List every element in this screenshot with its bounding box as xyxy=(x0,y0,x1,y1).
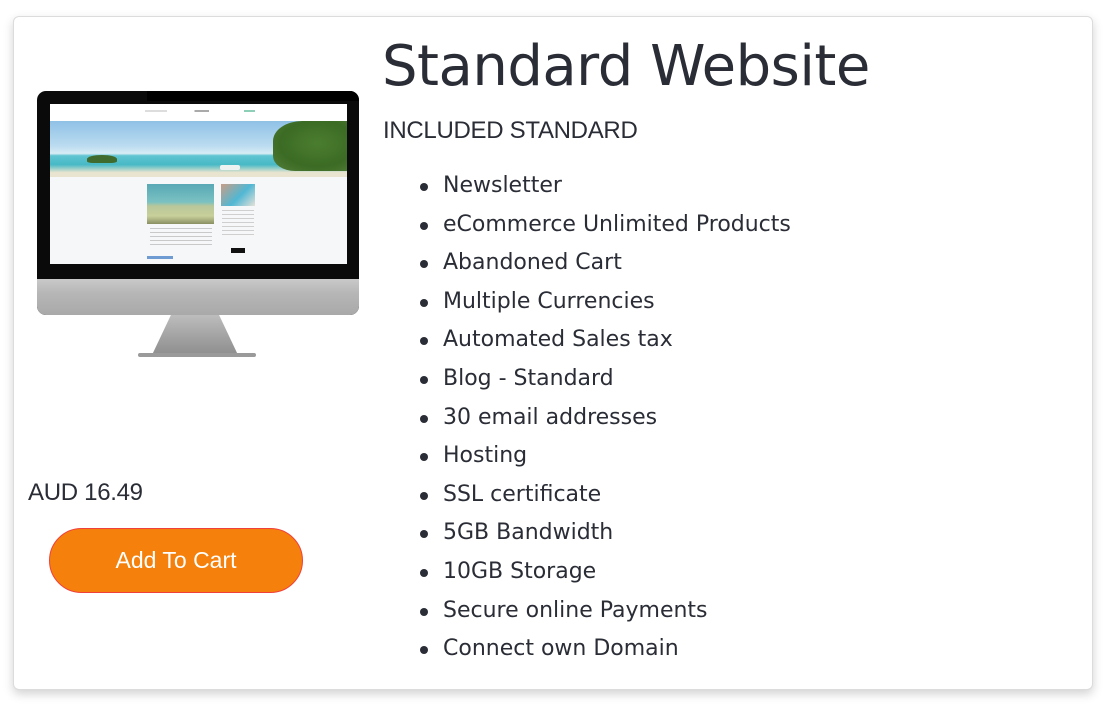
feature-item: Connect own Domain xyxy=(416,630,791,669)
monitor-stand-base xyxy=(138,353,256,357)
screen-website-header xyxy=(50,104,347,121)
feature-list: Newsletter eCommerce Unlimited Products … xyxy=(416,167,791,669)
feature-label: 10GB Storage xyxy=(443,558,597,584)
product-title: Standard Website xyxy=(382,34,870,99)
feature-label: Multiple Currencies xyxy=(443,288,655,314)
feature-label: Connect own Domain xyxy=(443,636,679,662)
feature-label: 5GB Bandwidth xyxy=(443,520,614,546)
bullet-icon xyxy=(420,375,428,384)
feature-item: 10GB Storage xyxy=(416,553,791,592)
feature-label: Blog - Standard xyxy=(443,365,614,391)
feature-label: Automated Sales tax xyxy=(443,327,673,353)
screen-card-side-image xyxy=(221,184,255,206)
island-left xyxy=(87,155,117,163)
bullet-icon xyxy=(420,646,428,655)
feature-item: Automated Sales tax xyxy=(416,321,791,360)
feature-label: Hosting xyxy=(443,443,528,469)
product-price: AUD 16.49 xyxy=(28,479,143,506)
bullet-icon xyxy=(420,414,428,423)
feature-label: Newsletter xyxy=(443,173,562,198)
add-to-cart-button[interactable]: Add To Cart xyxy=(49,528,303,593)
bullet-icon xyxy=(420,298,428,307)
monitor-illustration xyxy=(37,91,359,315)
monitor-chin xyxy=(37,279,359,315)
screen-hero-beach xyxy=(50,121,347,177)
bullet-icon xyxy=(420,260,428,269)
feature-label: SSL certificate xyxy=(443,481,602,507)
feature-label: Secure online Payments xyxy=(443,597,708,623)
feature-item: eCommerce Unlimited Products xyxy=(416,206,791,245)
feature-label: eCommerce Unlimited Products xyxy=(443,211,791,237)
feature-item: SSL certificate xyxy=(416,476,791,515)
boat xyxy=(220,165,240,170)
feature-item: 5GB Bandwidth xyxy=(416,514,791,553)
bullet-icon xyxy=(420,491,428,500)
feature-item: Multiple Currencies xyxy=(416,283,791,322)
bullet-icon xyxy=(420,183,428,191)
feature-label: Abandoned Cart xyxy=(443,250,622,276)
island-right xyxy=(273,121,347,171)
feature-item: Blog - Standard xyxy=(416,360,791,399)
product-image xyxy=(34,35,368,380)
screen-mini-button xyxy=(231,248,245,253)
feature-item: Newsletter xyxy=(416,167,791,206)
screen-card-van-image xyxy=(147,184,214,224)
feature-item: 30 email addresses xyxy=(416,399,791,438)
monitor-screen xyxy=(50,104,347,264)
bullet-icon xyxy=(420,530,428,539)
bullet-icon xyxy=(420,221,428,230)
feature-item: Hosting xyxy=(416,437,791,476)
bullet-icon xyxy=(420,568,428,577)
bullet-icon xyxy=(420,453,428,462)
screen-side-text-lines xyxy=(222,210,254,238)
feature-item: Abandoned Cart xyxy=(416,244,791,283)
bullet-icon xyxy=(420,337,428,346)
feature-label: 30 email addresses xyxy=(443,404,658,430)
bullet-icon xyxy=(420,607,428,616)
screen-text-lines xyxy=(150,228,212,248)
monitor-stand xyxy=(152,315,238,355)
monitor-bezel-gloss xyxy=(147,91,359,101)
feature-item: Secure online Payments xyxy=(416,592,791,631)
product-subtitle: INCLUDED STANDARD xyxy=(383,117,638,144)
screen-mini-bar xyxy=(147,256,173,259)
product-card: AUD 16.49 Add To Cart Standard Website I… xyxy=(13,16,1093,690)
